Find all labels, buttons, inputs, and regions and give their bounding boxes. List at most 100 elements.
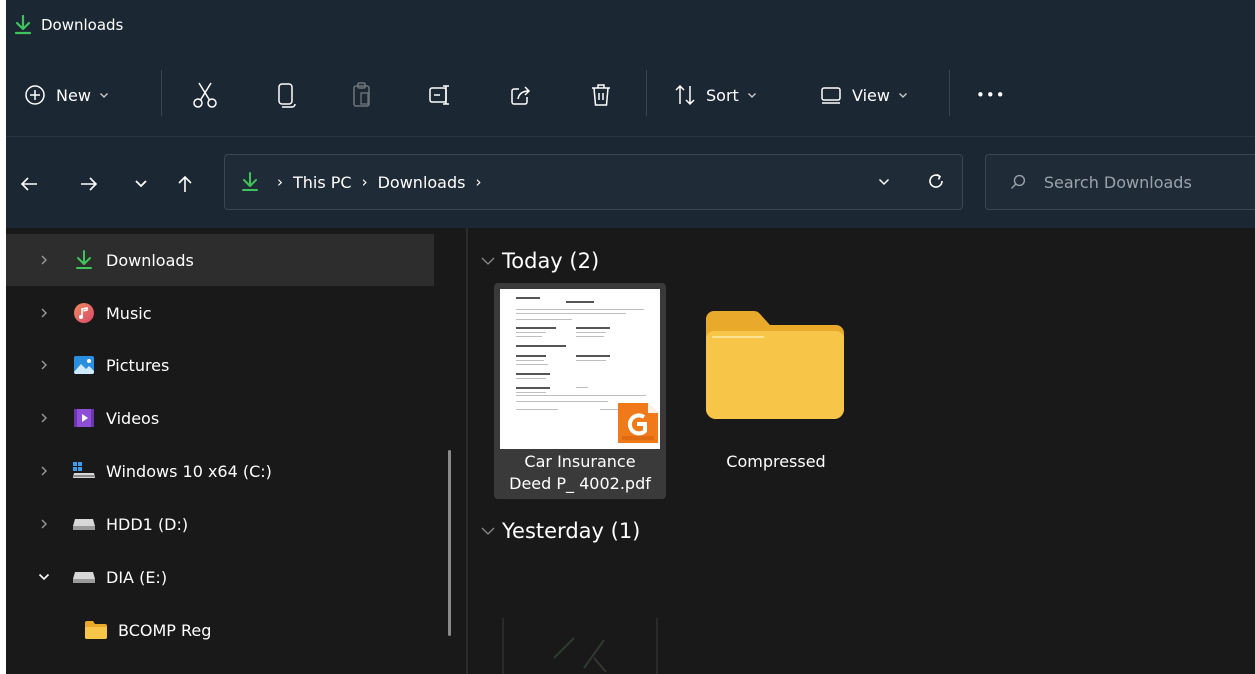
drive-icon xyxy=(72,512,96,536)
add-icon xyxy=(25,85,45,105)
breadcrumb-downloads[interactable]: Downloads xyxy=(378,173,466,192)
thumbnail-line xyxy=(516,355,546,357)
file-list: Today (2) Car Insurance Deed P_ 4002.pdf… xyxy=(468,228,1255,674)
sidebar-item-label: DIA (E:) xyxy=(106,567,168,587)
chevron-right-icon[interactable] xyxy=(36,357,52,373)
navigation-pane: Downloads Music Pictures Videos Windows … xyxy=(6,228,466,674)
file-name: Car Insurance Deed P_ 4002.pdf xyxy=(494,451,666,495)
pictures-icon xyxy=(72,353,96,377)
view-icon xyxy=(821,87,841,104)
back-button[interactable] xyxy=(16,171,42,197)
thumbnail-line xyxy=(516,373,550,375)
folder-icon xyxy=(84,618,108,642)
thumbnail-line xyxy=(516,332,546,333)
address-bar[interactable]: › This PC › Downloads › xyxy=(224,154,963,210)
share-icon xyxy=(511,86,531,105)
folder-item-compressed[interactable]: Compressed xyxy=(690,283,862,499)
sidebar-item-hdd1[interactable]: HDD1 (D:) xyxy=(6,498,434,550)
view-button[interactable]: View xyxy=(820,80,908,110)
sidebar-item-dia[interactable]: DIA (E:) xyxy=(6,551,434,603)
group-header-yesterday[interactable]: Yesterday (1) xyxy=(480,516,640,546)
sidebar-item-videos[interactable]: Videos xyxy=(6,392,434,444)
thumbnail-line xyxy=(576,355,610,357)
chevron-down-icon[interactable] xyxy=(36,569,52,585)
search-input[interactable] xyxy=(1041,171,1255,193)
thumbnail-line xyxy=(516,319,572,320)
thumbnail-line xyxy=(516,313,626,314)
thumbnail-line xyxy=(516,327,556,329)
more-icon: ••• xyxy=(976,86,1006,104)
breadcrumb-this-pc[interactable]: This PC xyxy=(293,173,352,192)
sidebar-item-label: Music xyxy=(106,303,152,323)
sidebar-item-label: HDD1 (D:) xyxy=(106,514,189,534)
recent-locations-button[interactable] xyxy=(128,171,154,197)
sort-icon xyxy=(675,84,695,106)
download-icon xyxy=(72,248,96,272)
partially-visible-item[interactable] xyxy=(502,618,658,674)
drive-icon xyxy=(72,565,96,589)
file-item-pdf[interactable]: Car Insurance Deed P_ 4002.pdf xyxy=(494,283,666,499)
paste-button[interactable] xyxy=(352,80,372,110)
sidebar-item-music[interactable]: Music xyxy=(6,287,434,339)
forward-button[interactable] xyxy=(76,171,102,197)
arrow-up-icon xyxy=(178,175,192,192)
file-explorer-window: Downloads New Sort View ••• › This PC › … xyxy=(6,0,1255,674)
up-button[interactable] xyxy=(172,171,198,197)
more-button[interactable]: ••• xyxy=(976,80,1006,110)
thumbnail-line xyxy=(516,387,550,389)
thumbnail-line xyxy=(516,336,542,337)
copy-button[interactable] xyxy=(276,80,296,110)
refresh-icon xyxy=(929,173,943,188)
new-button[interactable]: New xyxy=(24,80,109,110)
cut-button[interactable] xyxy=(192,80,218,110)
search-box[interactable] xyxy=(985,154,1255,210)
pdf-badge-icon xyxy=(618,403,658,443)
group-header-today[interactable]: Today (2) xyxy=(480,246,599,276)
breadcrumb-separator: › xyxy=(361,173,368,191)
address-history-button[interactable] xyxy=(871,169,897,195)
chevron-right-icon[interactable] xyxy=(36,305,52,321)
separator xyxy=(161,70,162,116)
music-icon xyxy=(72,301,96,325)
download-icon xyxy=(14,14,32,35)
thumbnail-line xyxy=(516,392,546,393)
thumbnail-line xyxy=(516,360,544,361)
sidebar-item-windows-drive[interactable]: Windows 10 x64 (C:) xyxy=(6,445,434,497)
windows-drive-icon xyxy=(72,459,96,483)
chevron-right-icon[interactable] xyxy=(36,516,52,532)
new-label: New xyxy=(56,85,91,105)
sidebar-item-label: BCOMP Reg xyxy=(118,620,212,640)
chevron-right-icon[interactable] xyxy=(36,463,52,479)
sidebar-scrollbar[interactable] xyxy=(448,450,451,636)
sidebar-item-downloads[interactable]: Downloads xyxy=(6,234,434,286)
sidebar-item-label: Downloads xyxy=(106,250,194,270)
refresh-button[interactable] xyxy=(922,167,950,195)
delete-button[interactable] xyxy=(590,80,612,110)
share-button[interactable] xyxy=(510,80,532,110)
paste-icon xyxy=(353,82,370,107)
sort-button[interactable]: Sort xyxy=(674,80,757,110)
chevron-right-icon[interactable] xyxy=(36,252,52,268)
sidebar-item-label: Windows 10 x64 (C:) xyxy=(106,461,272,481)
view-label: View xyxy=(852,85,890,105)
file-name-line: Car Insurance xyxy=(524,452,636,471)
thumbnail-line xyxy=(516,401,608,402)
group-label: Yesterday (1) xyxy=(502,519,641,543)
thumbnail-line xyxy=(576,360,606,361)
thumbnail-line xyxy=(576,332,606,333)
breadcrumb-separator: › xyxy=(475,173,482,191)
chevron-right-icon[interactable] xyxy=(36,410,52,426)
chevron-down-icon xyxy=(899,93,907,98)
chevron-down-icon xyxy=(878,178,890,186)
delete-icon xyxy=(592,84,610,106)
sidebar-item-bcomp-reg[interactable]: BCOMP Reg xyxy=(6,604,434,656)
sort-label: Sort xyxy=(706,85,739,105)
rename-button[interactable] xyxy=(428,80,452,110)
thumbnail-line xyxy=(576,387,588,388)
separator xyxy=(949,70,950,116)
sidebar-item-pictures[interactable]: Pictures xyxy=(6,339,434,391)
chevron-down-icon xyxy=(747,93,756,98)
videos-icon xyxy=(72,406,96,430)
window-title: Downloads xyxy=(41,16,124,34)
chevron-down-icon xyxy=(481,257,495,265)
